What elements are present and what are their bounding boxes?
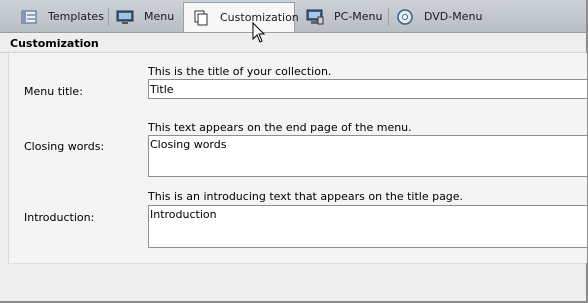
closing-words-textarea[interactable]: Closing words bbox=[148, 135, 588, 177]
customization-window: Templates Menu Customization PC-Menu DVD… bbox=[0, 0, 588, 303]
closing-words-label: Closing words: bbox=[24, 140, 105, 153]
tab-customization[interactable]: Customization bbox=[183, 2, 299, 32]
introduction-textarea[interactable]: Introduction bbox=[148, 205, 588, 248]
dvd-disc-icon bbox=[396, 8, 414, 26]
tab-separator bbox=[108, 8, 109, 26]
pc-monitor-icon bbox=[306, 8, 324, 26]
menu-title-label: Menu title: bbox=[24, 85, 83, 98]
introduction-hint: This is an introducing text that appears… bbox=[148, 190, 464, 203]
document-copy-icon bbox=[192, 9, 210, 27]
tab-bar: Templates Menu Customization PC-Menu DVD… bbox=[0, 0, 586, 33]
monitor-icon bbox=[116, 8, 134, 26]
tab-pc-menu[interactable]: PC-Menu bbox=[306, 2, 383, 31]
tab-dvd-menu-label: DVD-Menu bbox=[424, 10, 483, 23]
mouse-cursor-icon bbox=[252, 22, 266, 43]
tab-menu[interactable]: Menu bbox=[116, 2, 174, 31]
tab-dvd-menu[interactable]: DVD-Menu bbox=[396, 2, 482, 31]
menu-title-hint: This is the title of your collection. bbox=[148, 65, 332, 78]
panel-bottom-divider bbox=[8, 263, 586, 264]
tab-templates-label: Templates bbox=[48, 10, 104, 23]
menu-title-input[interactable] bbox=[148, 79, 588, 99]
tab-templates[interactable]: Templates bbox=[20, 2, 104, 31]
section-title: Customization bbox=[10, 37, 99, 50]
tab-menu-label: Menu bbox=[144, 10, 175, 23]
templates-icon bbox=[20, 8, 38, 26]
closing-words-hint: This text appears on the end page of the… bbox=[148, 121, 412, 134]
tab-pc-menu-label: PC-Menu bbox=[334, 10, 383, 23]
tab-separator bbox=[388, 8, 389, 26]
introduction-label: Introduction: bbox=[24, 211, 95, 224]
